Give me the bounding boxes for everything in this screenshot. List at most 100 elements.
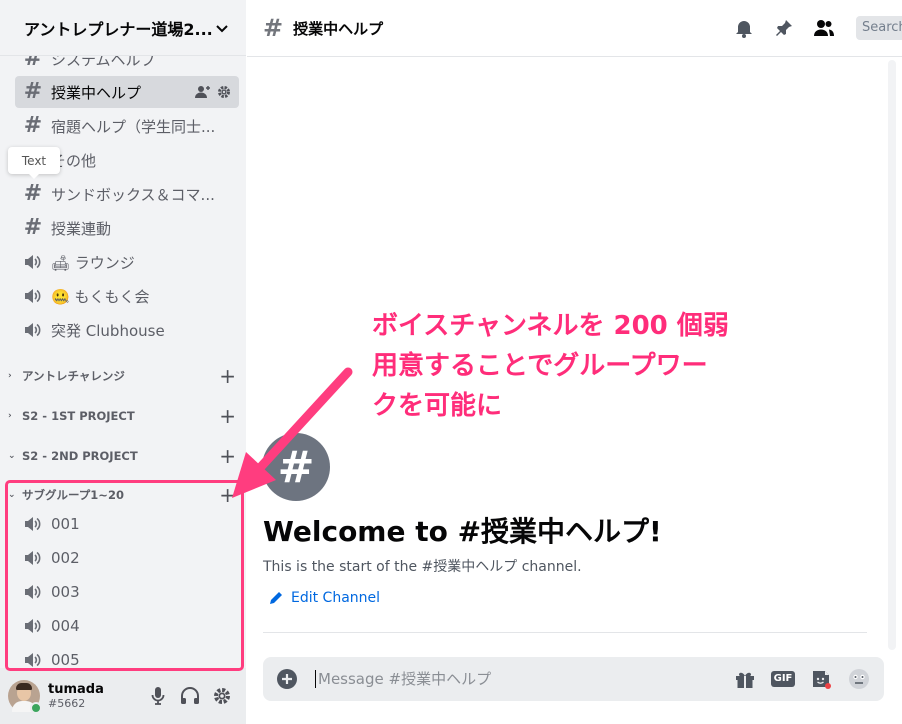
divider (263, 632, 867, 633)
channel-label: 突発 Clubhouse (51, 321, 165, 340)
annotation-line: ボイスチャンネルを 200 個弱 (372, 311, 729, 341)
user-panel: tumada #5662 (0, 668, 246, 724)
voice-channel-mokumoku[interactable]: 🤐 もくもく会 (15, 280, 239, 312)
pencil-icon (270, 592, 282, 604)
add-channel-icon[interactable]: + (219, 483, 236, 507)
user-info[interactable]: tumada #5662 (48, 682, 142, 710)
channel-label: 宿題ヘルプ（学生同士... (51, 117, 216, 136)
channel-label: 🤐 もくもく会 (51, 287, 150, 306)
online-status-dot (30, 702, 42, 714)
user-tag: #5662 (48, 697, 86, 710)
voice-channel-003[interactable]: 003 (15, 576, 239, 608)
username: tumada (48, 682, 104, 697)
chevron-right-icon: › (8, 371, 12, 381)
channel-label: 002 (51, 549, 80, 567)
user-settings-button[interactable] (206, 680, 238, 712)
microphone-icon (151, 687, 165, 705)
channel-list[interactable]: # システムヘルプ # 授業中ヘルプ # 宿題ヘルプ（学生同士... # その他 (0, 40, 246, 668)
annotation-callout: ボイスチャンネルを 200 個弱 用意することでグループワー クを可能に (372, 306, 842, 426)
headphones-icon (181, 687, 199, 704)
category-label: S2 - 1ST PROJECT (22, 409, 135, 423)
voice-channel-001[interactable]: 001 (15, 508, 239, 540)
notification-bell-icon[interactable] (732, 16, 756, 40)
invite-icon[interactable] (195, 85, 211, 99)
deafen-button[interactable] (174, 680, 206, 712)
channel-label: 授業中ヘルプ (51, 83, 142, 102)
message-composer: GIF (263, 657, 884, 701)
message-input[interactable] (315, 670, 720, 688)
edit-channel-label: Edit Channel (291, 590, 381, 606)
channel-label: 🛋 ラウンジ (51, 253, 135, 272)
chevron-down-icon (216, 24, 228, 32)
category-subgroups[interactable]: ⌄ サブグループ1~20 + (8, 483, 238, 507)
avatar[interactable] (8, 680, 42, 714)
speaker-icon (23, 286, 43, 306)
add-channel-icon[interactable]: + (219, 364, 236, 388)
sticker-icon[interactable] (808, 666, 834, 692)
voice-channel-005[interactable]: 005 (15, 644, 239, 668)
channel-label: 001 (51, 515, 80, 533)
add-attachment-icon[interactable] (275, 667, 299, 691)
category-s2-2nd-project[interactable]: ⌄ S2 - 2ND PROJECT + (8, 444, 238, 468)
voice-channel-002[interactable]: 002 (15, 542, 239, 574)
add-channel-icon[interactable]: + (219, 444, 236, 468)
channel-title: 授業中ヘルプ (293, 19, 384, 38)
emoji-icon[interactable] (846, 666, 872, 692)
channel-label: その他 (51, 151, 97, 170)
category-entre-challenge[interactable]: › アントレチャレンジ + (8, 364, 238, 388)
channel-sandbox[interactable]: # サンドボックス＆コマ... (15, 178, 239, 210)
discord-app: # システムヘルプ # 授業中ヘルプ # 宿題ヘルプ（学生同士... # その他 (0, 0, 902, 724)
gift-icon[interactable] (732, 666, 758, 692)
channel-hash-icon: # (262, 433, 330, 501)
category-label: サブグループ1~20 (22, 488, 124, 502)
voice-channel-lounge[interactable]: 🛋 ラウンジ (15, 246, 239, 278)
chevron-down-icon: ⌄ (8, 451, 16, 461)
voice-channel-004[interactable]: 004 (15, 610, 239, 642)
chevron-right-icon: › (8, 411, 12, 421)
channel-label: サンドボックス＆コマ... (51, 185, 215, 204)
hash-icon: # (23, 181, 43, 206)
category-label: アントレチャレンジ (22, 369, 125, 383)
hash-icon: # (23, 79, 43, 104)
server-name: アントレプレナー道場2... (24, 19, 213, 39)
welcome-title: Welcome to #授業中ヘルプ! (263, 515, 662, 548)
edit-channel-link[interactable]: Edit Channel (269, 590, 380, 606)
gear-icon (214, 688, 230, 704)
scrollbar[interactable] (888, 60, 896, 650)
channel-sidebar: # システムヘルプ # 授業中ヘルプ # 宿題ヘルプ（学生同士... # その他 (0, 0, 246, 724)
channel-label: 005 (51, 651, 80, 668)
add-channel-icon[interactable]: + (219, 404, 236, 428)
channel-label: 004 (51, 617, 80, 635)
search-input[interactable]: Search (856, 16, 902, 40)
hash-icon: # (23, 215, 43, 240)
channel-label: 003 (51, 583, 80, 601)
gif-label: GIF (770, 671, 796, 687)
category-s2-1st-project[interactable]: › S2 - 1ST PROJECT + (8, 404, 238, 428)
server-header[interactable]: アントレプレナー道場2... (0, 0, 246, 56)
tooltip: Text (8, 147, 60, 179)
welcome-subtitle: This is the start of the #授業中ヘルプ channel… (263, 559, 582, 575)
channel-homework-help[interactable]: # 宿題ヘルプ（学生同士... (15, 110, 239, 142)
mute-button[interactable] (142, 680, 174, 712)
speaker-icon (23, 582, 43, 602)
channel-label: 授業連動 (51, 219, 112, 238)
channel-class-help[interactable]: # 授業中ヘルプ (15, 76, 239, 108)
category-label: S2 - 2ND PROJECT (22, 449, 138, 463)
hash-icon: # (23, 113, 43, 138)
gear-icon[interactable] (217, 85, 231, 99)
gif-button[interactable]: GIF (770, 666, 796, 692)
member-list-icon[interactable] (812, 16, 836, 40)
speaker-icon (23, 320, 43, 340)
speaker-icon (23, 616, 43, 636)
channel-topbar: # 授業中ヘルプ Search (247, 0, 902, 57)
annotation-line: 用意することでグループワー (372, 351, 708, 381)
annotation-line: クを可能に (372, 391, 503, 421)
speaker-icon (23, 252, 43, 272)
voice-channel-clubhouse[interactable]: 突発 Clubhouse (15, 314, 239, 346)
tooltip-text: Text (21, 153, 47, 168)
speaker-icon (23, 548, 43, 568)
channel-class-link[interactable]: # 授業連動 (15, 212, 239, 244)
speaker-icon (23, 650, 43, 668)
chevron-down-icon: ⌄ (8, 490, 16, 500)
pin-icon[interactable] (772, 16, 796, 40)
